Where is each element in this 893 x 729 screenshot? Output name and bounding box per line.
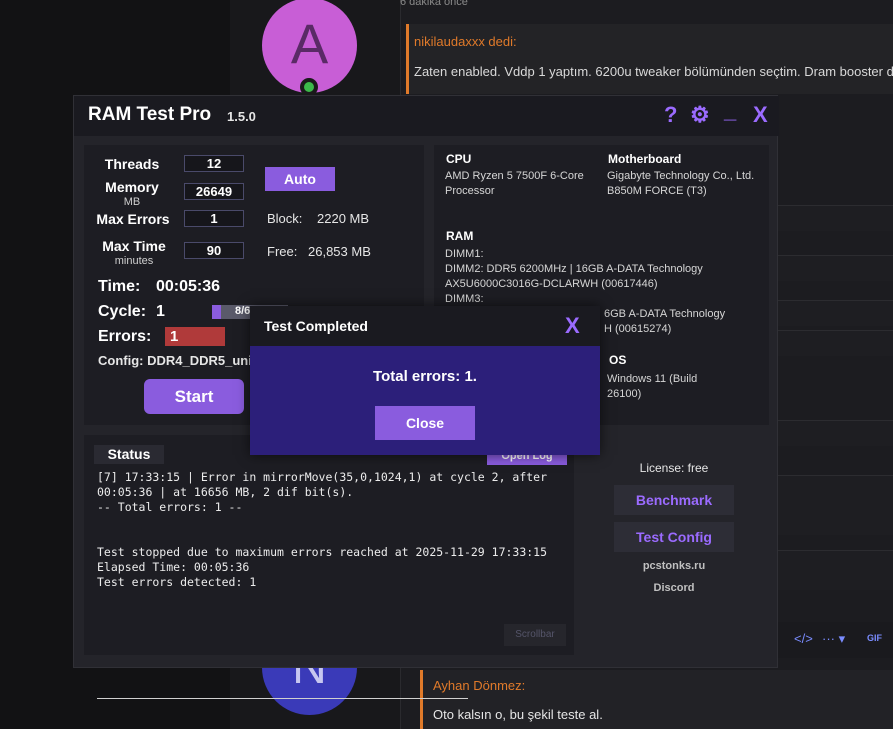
motherboard-title: Motherboard <box>608 152 682 166</box>
dimm4-info: 6GB A-DATA Technology <box>604 308 726 320</box>
app-title: RAM Test Pro <box>88 104 212 125</box>
max-time-unit: minutes <box>114 255 154 267</box>
memory-unit: MB <box>123 196 141 208</box>
help-icon[interactable]: ? <box>664 102 677 128</box>
motherboard-value: Gigabyte Technology Co., Ltd. B850M FORC… <box>607 170 755 197</box>
reply-text: Oto kalsın o, bu şekil teste al. <box>433 707 603 722</box>
os-value: Windows 11 (Build 26100) <box>607 373 698 400</box>
start-button[interactable]: Start <box>144 379 244 414</box>
dialog-close-icon[interactable]: X <box>565 313 580 339</box>
cycle-progress-text: 8/6 <box>235 305 251 317</box>
max-time-label: Max Time <box>102 238 166 254</box>
free-value: 26,853 MB <box>308 244 371 259</box>
website-link[interactable]: pcstonks.ru <box>614 560 734 572</box>
dialog-title-bar[interactable]: Test Completed X <box>250 306 600 346</box>
quote-text: Zaten enabled. Vddp 1 yaptım. 6200u twea… <box>414 64 893 79</box>
post-time: 6 dakika önce <box>400 0 468 8</box>
title-bar[interactable]: RAM Test Pro 1.5.0 ? ⚙ _ X <box>74 96 779 136</box>
close-button[interactable]: X <box>753 102 768 128</box>
cycle-label: Cycle: <box>98 303 147 320</box>
threads-input[interactable]: 12 <box>184 155 244 172</box>
test-completed-dialog: Test Completed X Total errors: 1. Close <box>250 306 600 455</box>
auto-button[interactable]: Auto <box>265 167 335 191</box>
status-log: [7] 17:33:15 | Error in mirrorMove(35,0,… <box>97 470 548 589</box>
minimize-button[interactable]: _ <box>724 98 736 124</box>
errors-value: 1 <box>165 327 225 346</box>
block-label: Block: <box>267 211 303 226</box>
license-text: License: free <box>639 461 709 475</box>
dimm2-part: AX5U6000C3016G-DCLARWH (00617446) <box>445 278 658 290</box>
memory-label: Memory <box>105 179 159 195</box>
time-label: Time: <box>98 278 141 295</box>
cpu-title: CPU <box>446 152 472 166</box>
test-config-button[interactable]: Test Config <box>614 522 734 552</box>
ram-title: RAM <box>446 229 474 243</box>
online-status-icon <box>300 78 318 96</box>
max-time-input[interactable]: 90 <box>184 242 244 259</box>
app-version: 1.5.0 <box>227 109 256 124</box>
memory-input[interactable]: 26649 <box>184 183 244 200</box>
gif-icon[interactable]: GIF <box>867 633 882 643</box>
reply-author[interactable]: Ayhan Dönmez: <box>433 678 525 693</box>
benchmark-button[interactable]: Benchmark <box>614 485 734 515</box>
dialog-message: Total errors: 1. <box>373 368 477 385</box>
threads-label: Threads <box>104 156 160 172</box>
errors-label: Errors: <box>98 328 152 345</box>
dialog-close-button[interactable]: Close <box>375 406 475 440</box>
max-errors-input[interactable]: 1 <box>184 210 244 227</box>
editor-toolbar: </> ··· ▾ GIF <box>778 622 893 658</box>
cycle-progress-fill <box>212 305 221 319</box>
block-value: 2220 MB <box>317 211 370 226</box>
status-tab[interactable]: Status <box>94 445 164 464</box>
more-options-icon[interactable]: ··· ▾ <box>822 631 845 647</box>
dialog-title: Test Completed <box>264 318 368 334</box>
dimm4-part: H (00615274) <box>604 323 672 335</box>
scrollbar-button[interactable]: Scrollbar <box>504 624 566 646</box>
status-panel: Status Open Log [7] 17:33:15 | Error in … <box>84 435 574 699</box>
max-errors-label: Max Errors <box>96 211 170 227</box>
dimm1-info: DIMM1: <box>445 248 484 260</box>
cpu-value: AMD Ryzen 5 7500F 6-Core Processor <box>445 170 584 197</box>
cycle-value: 1 <box>156 303 165 320</box>
dimm2-info: DIMM2: DDR5 6200MHz | 16GB A-DATA Techno… <box>445 263 703 275</box>
code-icon[interactable]: </> <box>794 631 813 646</box>
log-divider <box>97 698 468 699</box>
config-text: Config: DDR4_DDR5_unive <box>98 353 267 368</box>
free-label: Free: <box>267 244 298 259</box>
os-title: OS <box>609 353 627 367</box>
quote-author[interactable]: nikilaudaxxx dedi: <box>414 34 517 49</box>
time-value: 00:05:36 <box>156 278 221 295</box>
gear-icon[interactable]: ⚙ <box>690 102 710 128</box>
discord-link[interactable]: Discord <box>614 582 734 594</box>
dimm3-info: DIMM3: <box>445 293 484 305</box>
